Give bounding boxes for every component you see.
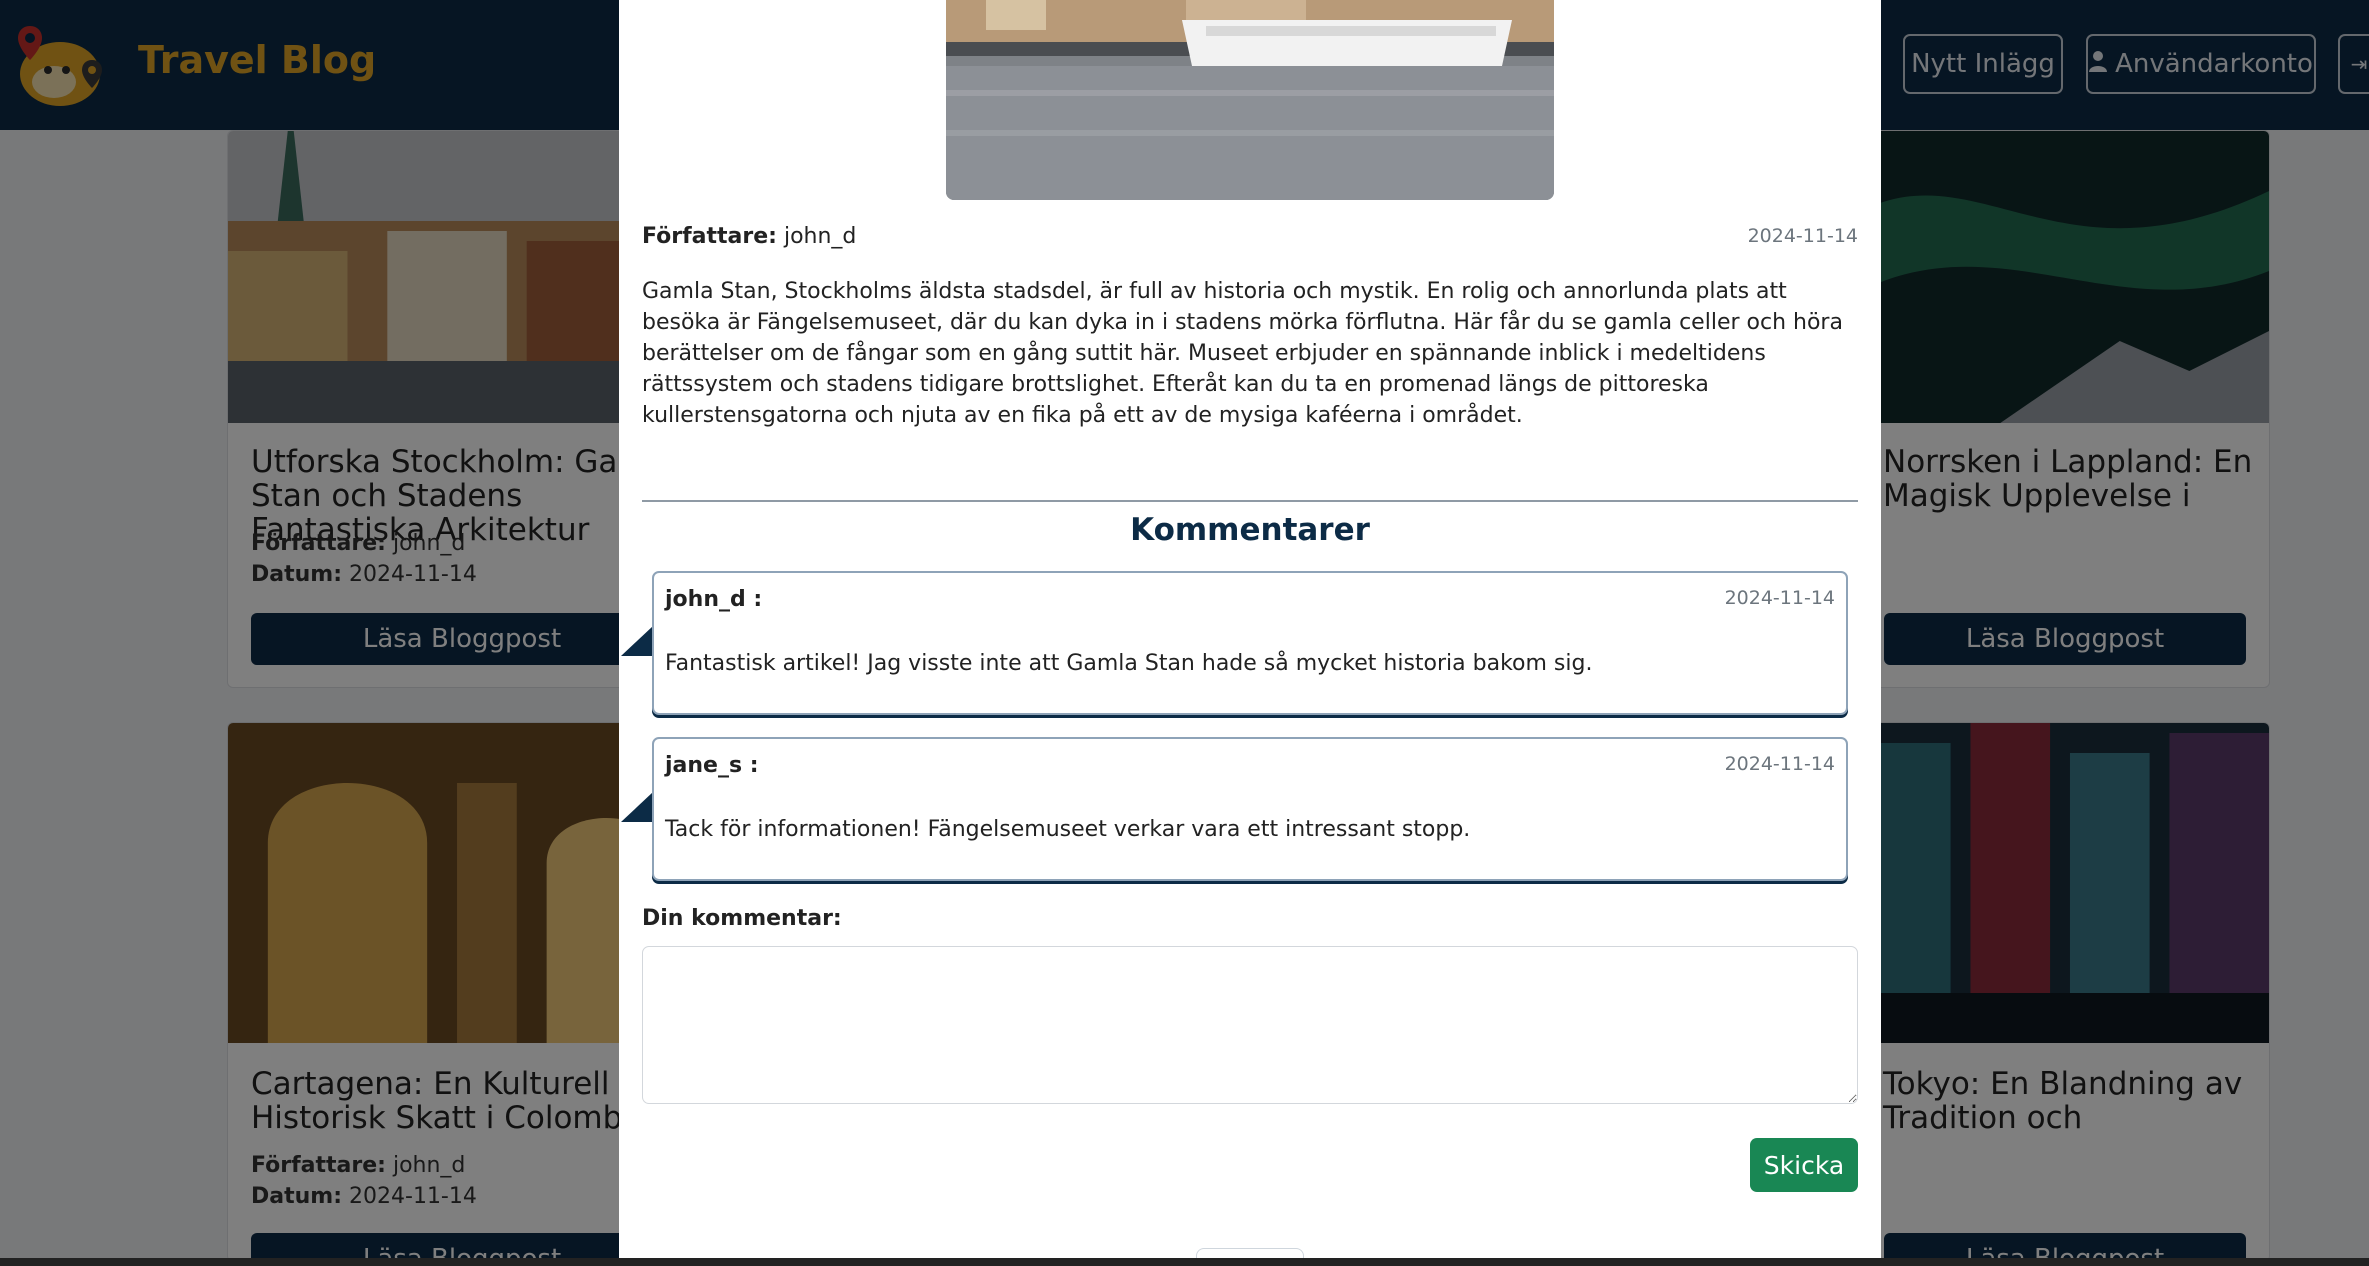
- post-author: Författare: john_d: [642, 224, 856, 249]
- comment-text: Tack för informationen! Fängelsemuseet v…: [665, 817, 1471, 842]
- post-author-label: Författare:: [642, 224, 777, 249]
- post-date: 2024-11-14: [1747, 225, 1858, 247]
- post-image: [946, 0, 1554, 200]
- comments-heading: Kommentarer: [1130, 512, 1370, 548]
- post-body: Gamla Stan, Stockholms äldsta stadsdel, …: [642, 279, 1843, 428]
- comment-date: 2024-11-14: [1724, 587, 1835, 609]
- blog-post-modal: Författare: john_d 2024-11-14 Gamla Stan…: [619, 0, 1881, 1266]
- divider: [642, 500, 1858, 502]
- comment-date: 2024-11-14: [1724, 753, 1835, 775]
- comment-item: john_d : 2024-11-14 Fantastisk artikel! …: [652, 571, 1848, 715]
- post-author-value: john_d: [783, 224, 857, 249]
- comment-text: Fantastisk artikel! Jag visste inte att …: [665, 651, 1593, 676]
- comment-user: john_d :: [665, 587, 763, 612]
- comment-input[interactable]: [642, 946, 1858, 1104]
- comment-user: jane_s :: [665, 753, 759, 778]
- submit-comment-button[interactable]: Skicka: [1750, 1138, 1858, 1192]
- comment-item: jane_s : 2024-11-14 Tack för information…: [652, 737, 1848, 881]
- comment-tail: [621, 792, 653, 822]
- window-bottom-edge: [0, 1258, 2369, 1266]
- your-comment-label: Din kommentar:: [642, 906, 842, 931]
- comment-tail: [621, 626, 653, 656]
